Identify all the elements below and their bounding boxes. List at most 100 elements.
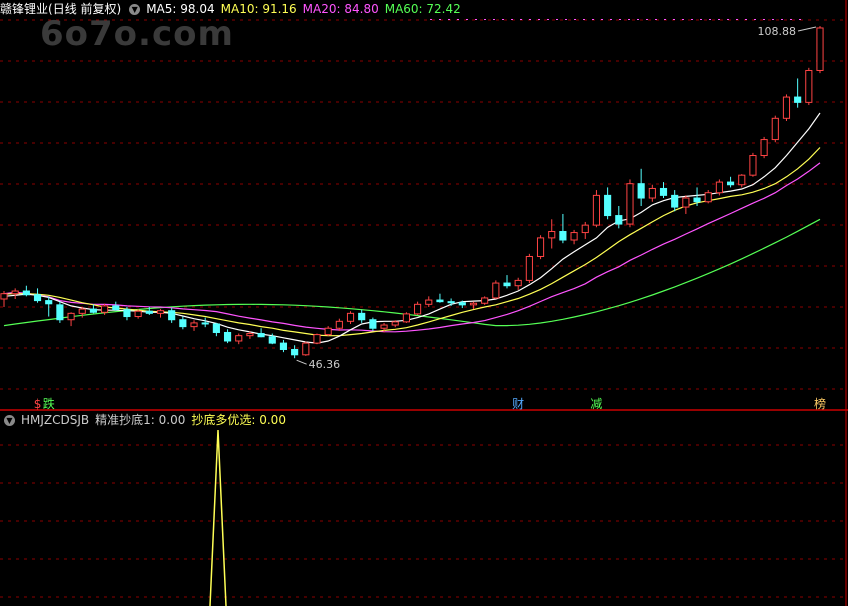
top-dot — [574, 19, 576, 20]
candle-body — [492, 282, 500, 299]
candle-body — [358, 312, 366, 321]
top-dot — [457, 19, 459, 20]
candle-body — [279, 342, 288, 350]
candle-body — [794, 96, 802, 103]
candle-body — [302, 342, 310, 356]
candle — [45, 296, 53, 317]
stock-chart[interactable]: 108.88 46.36 $ 跌 财 减 榜 — [0, 0, 848, 606]
candle — [727, 176, 735, 188]
candle — [536, 235, 545, 260]
candle — [190, 320, 198, 331]
candle — [626, 179, 634, 228]
top-dot — [691, 19, 693, 20]
indicator-header: ▼ HMJZCDSJB 精准抄底1: 0.00 抄底多优选: 0.00 — [0, 411, 292, 429]
candle-body — [760, 139, 768, 157]
candle — [22, 285, 30, 297]
candle — [156, 309, 165, 318]
candle-body — [335, 320, 343, 329]
candle — [715, 179, 723, 196]
candle-body — [738, 174, 746, 186]
candle-body — [559, 231, 567, 241]
candle-body — [782, 96, 791, 119]
top-dot — [502, 19, 504, 20]
top-dot — [628, 19, 630, 20]
candle-body — [402, 313, 410, 323]
candle — [738, 174, 746, 188]
top-dot — [655, 19, 657, 20]
candle — [514, 277, 522, 290]
candle-body — [771, 117, 779, 141]
top-dot — [466, 19, 468, 20]
top-dot — [781, 19, 783, 20]
low-pointer — [296, 359, 307, 365]
candle — [559, 213, 567, 244]
candle-body — [391, 321, 399, 326]
candle — [212, 322, 220, 337]
low-price-label: 46.36 — [309, 358, 341, 371]
candle-body — [648, 187, 656, 199]
top-dot — [430, 19, 432, 20]
candle-body — [659, 187, 668, 196]
candle — [168, 308, 176, 323]
top-dot — [439, 19, 441, 20]
candle-body — [693, 197, 701, 203]
top-dot — [790, 19, 792, 20]
candle — [414, 301, 422, 315]
top-dot — [772, 19, 774, 20]
candle — [816, 25, 824, 74]
candle-body — [78, 308, 86, 314]
candle — [313, 333, 321, 345]
main-chart-header: 赣锋锂业(日线 前复权) ▼ MA5: 98.04 MA10: 91.16 MA20: … — [0, 0, 467, 18]
event-marker: 跌 — [43, 396, 55, 411]
top-dot — [484, 19, 486, 20]
top-dot — [718, 19, 720, 20]
top-dot — [736, 19, 738, 20]
candle — [235, 333, 243, 345]
ma60-label: MA60: 72.42 — [384, 2, 461, 16]
ma20-line — [3, 162, 821, 333]
candle-body — [682, 197, 690, 208]
candle-body — [715, 181, 723, 194]
candle-body — [447, 301, 455, 304]
candle-body — [235, 335, 243, 342]
candle — [291, 345, 299, 359]
candle — [11, 288, 19, 299]
candle-body — [481, 297, 489, 304]
candle-body — [168, 310, 176, 321]
candle-body — [190, 322, 198, 328]
candle-body — [436, 299, 444, 303]
candle-body — [145, 310, 153, 314]
candle — [0, 291, 8, 307]
candle — [637, 168, 645, 206]
candle-body — [246, 333, 254, 337]
top-dot — [601, 19, 603, 20]
top-dot — [673, 19, 675, 20]
candle-body — [458, 302, 466, 306]
candle — [369, 317, 377, 331]
top-dot — [448, 19, 450, 20]
candle-body — [525, 255, 533, 281]
candle-body — [11, 290, 19, 295]
candle — [794, 78, 802, 108]
top-dot — [583, 19, 585, 20]
candle-body — [414, 303, 422, 315]
chevron-down-icon[interactable]: ▼ — [129, 4, 141, 15]
candle-body — [112, 305, 120, 311]
candle-body — [257, 333, 265, 338]
indicator-spike — [209, 429, 227, 606]
candle-body — [291, 348, 299, 356]
event-marker: 榜 — [814, 396, 826, 411]
top-dot — [592, 19, 594, 20]
top-dot — [700, 19, 702, 20]
candle-body — [727, 181, 735, 186]
top-dot — [646, 19, 648, 20]
top-dot — [565, 19, 567, 20]
candle — [402, 312, 410, 323]
candle-body — [0, 293, 8, 300]
candle-body — [123, 309, 131, 318]
candle-body — [469, 302, 478, 306]
chevron-down-icon[interactable]: ▼ — [4, 415, 15, 426]
candle-body — [134, 310, 142, 318]
candle — [436, 293, 444, 303]
ma5-label: MA5: 98.04 — [146, 2, 215, 16]
